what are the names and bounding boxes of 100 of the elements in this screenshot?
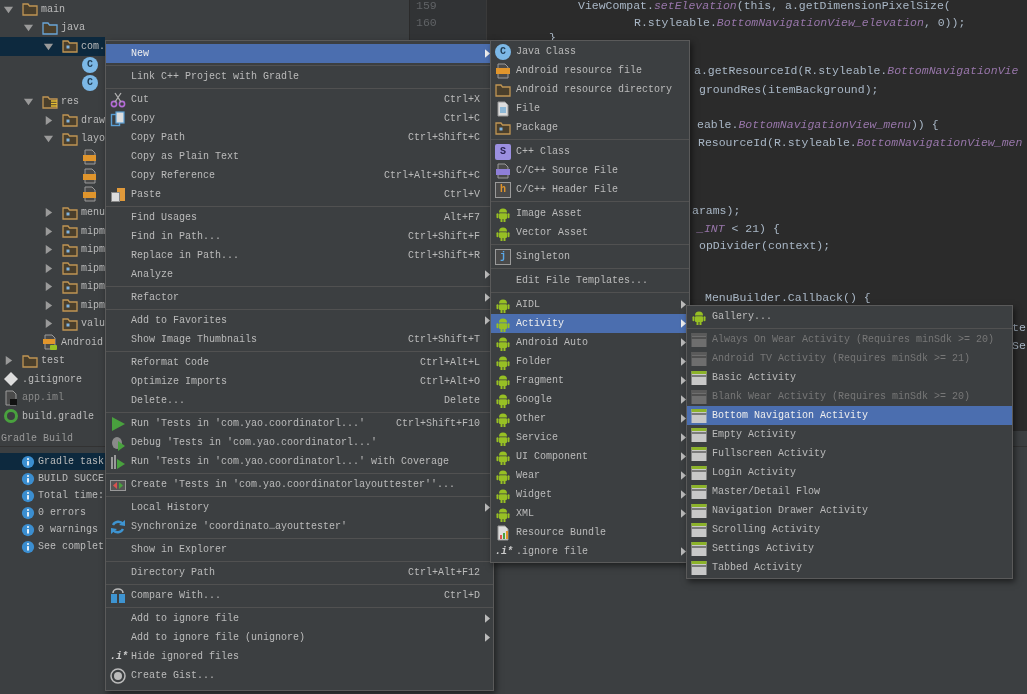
action-item[interactable]: j Singleton: [491, 247, 689, 266]
expand-arrow-icon[interactable]: [23, 22, 34, 34]
action-item[interactable]: C/C++ Source File: [491, 161, 689, 180]
action-item[interactable]: Find Usages Alt+F7: [106, 208, 493, 227]
action-item[interactable]: Vector Asset: [491, 223, 689, 242]
action-item[interactable]: .i* Hide ignored files: [106, 647, 493, 666]
action-item[interactable]: Android resource file: [491, 61, 689, 80]
action-item[interactable]: File: [491, 99, 689, 118]
action-item[interactable]: Copy Reference Ctrl+Alt+Shift+C: [106, 166, 493, 185]
tree-item[interactable]: mipm: [0, 277, 105, 296]
tree-item[interactable]: mipm: [0, 296, 105, 315]
action-item[interactable]: Optimize Imports Ctrl+Alt+O: [106, 372, 493, 391]
action-item[interactable]: XML: [491, 504, 689, 523]
build-message[interactable]: 0 errors: [0, 504, 105, 521]
expand-arrow-icon[interactable]: [43, 262, 54, 274]
action-item[interactable]: Show Image Thumbnails Ctrl+Shift+T: [106, 330, 493, 349]
expand-arrow-icon[interactable]: [43, 225, 54, 237]
action-item[interactable]: Run 'Tests in 'com.yao.coordinatorl...' Ctrl+Shift+F10: [106, 414, 493, 433]
expand-arrow-icon[interactable]: [43, 244, 54, 256]
build-message[interactable]: See complet: [0, 538, 105, 555]
expand-arrow-icon[interactable]: [43, 133, 54, 145]
action-item[interactable]: Find in Path... Ctrl+Shift+F: [106, 227, 493, 246]
build-message[interactable]: Total time:: [0, 487, 105, 504]
action-item[interactable]: Resource Bundle: [491, 523, 689, 542]
action-item[interactable]: Bottom Navigation Activity: [687, 406, 1012, 425]
action-item[interactable]: Local History: [106, 498, 493, 517]
action-item[interactable]: Android resource directory: [491, 80, 689, 99]
tree-item[interactable]: com.: [0, 37, 105, 56]
tree-item[interactable]: mipm: [0, 259, 105, 278]
action-item[interactable]: S C++ Class: [491, 142, 689, 161]
expand-arrow-icon[interactable]: [43, 207, 54, 219]
tree-item[interactable]: mipm: [0, 222, 105, 241]
expand-arrow-icon[interactable]: [43, 318, 54, 330]
tree-item[interactable]: app.iml: [0, 388, 105, 407]
action-item[interactable]: Copy as Plain Text: [106, 147, 493, 166]
tree-item[interactable]: layo: [0, 129, 105, 148]
action-item[interactable]: Replace in Path... Ctrl+Shift+R: [106, 246, 493, 265]
build-message[interactable]: 0 warnings: [0, 521, 105, 538]
action-item[interactable]: Refactor: [106, 288, 493, 307]
action-item[interactable]: Directory Path Ctrl+Alt+F12: [106, 563, 493, 582]
tree-item[interactable]: C: [0, 74, 105, 93]
expand-arrow-icon[interactable]: [43, 114, 54, 126]
action-item[interactable]: Widget: [491, 485, 689, 504]
tree-item[interactable]: .gitignore: [0, 370, 105, 389]
tree-item[interactable]: draw: [0, 111, 105, 130]
action-item[interactable]: Edit File Templates...: [491, 271, 689, 290]
action-item[interactable]: Login Activity: [687, 463, 1012, 482]
expand-arrow-icon[interactable]: [43, 299, 54, 311]
action-item[interactable]: Other: [491, 409, 689, 428]
expand-arrow-icon[interactable]: [23, 96, 34, 108]
tree-item[interactable]: Android: [0, 333, 105, 352]
action-item[interactable]: h C/C++ Header File: [491, 180, 689, 199]
build-message[interactable]: BUILD SUCCE: [0, 470, 105, 487]
tree-item[interactable]: build.gradle: [0, 407, 105, 426]
action-item[interactable]: Scrolling Activity: [687, 520, 1012, 539]
action-item[interactable]: Settings Activity: [687, 539, 1012, 558]
action-item[interactable]: Wear: [491, 466, 689, 485]
tree-item[interactable]: menu: [0, 203, 105, 222]
action-item[interactable]: Copy Ctrl+C: [106, 109, 493, 128]
tree-item[interactable]: mipm: [0, 240, 105, 259]
action-item[interactable]: Add to Favorites: [106, 311, 493, 330]
action-item[interactable]: Copy Path Ctrl+Shift+C: [106, 128, 493, 147]
action-item[interactable]: Cut Ctrl+X: [106, 90, 493, 109]
tree-item[interactable]: res: [0, 92, 105, 111]
action-item[interactable]: Create 'Tests in 'com.yao.coordinatorlayouttester''...: [106, 475, 493, 494]
tree-item[interactable]: main: [0, 0, 105, 19]
action-item[interactable]: Create Gist...: [106, 666, 493, 685]
action-item[interactable]: Fullscreen Activity: [687, 444, 1012, 463]
action-item[interactable]: Image Asset: [491, 204, 689, 223]
action-item[interactable]: Show in Explorer: [106, 540, 493, 559]
action-item[interactable]: Reformat Code Ctrl+Alt+L: [106, 353, 493, 372]
action-item[interactable]: C Java Class: [491, 42, 689, 61]
action-item[interactable]: Package: [491, 118, 689, 137]
action-item[interactable]: Android Auto: [491, 333, 689, 352]
action-item[interactable]: Navigation Drawer Activity: [687, 501, 1012, 520]
tree-item[interactable]: valu: [0, 314, 105, 333]
action-item[interactable]: Tabbed Activity: [687, 558, 1012, 577]
action-item[interactable]: Master/Detail Flow: [687, 482, 1012, 501]
action-item[interactable]: Delete... Delete: [106, 391, 493, 410]
action-item[interactable]: Activity: [491, 314, 689, 333]
action-item[interactable]: Compare With... Ctrl+D: [106, 586, 493, 605]
action-item[interactable]: Service: [491, 428, 689, 447]
action-item[interactable]: Synchronize 'coordinato…ayouttester': [106, 517, 493, 536]
action-item[interactable]: Paste Ctrl+V: [106, 185, 493, 204]
action-item[interactable]: Add to ignore file: [106, 609, 493, 628]
action-item[interactable]: New: [106, 44, 493, 63]
tree-item[interactable]: test: [0, 351, 105, 370]
action-item[interactable]: Google: [491, 390, 689, 409]
build-message[interactable]: Gradle task: [0, 453, 105, 470]
action-item[interactable]: Fragment: [491, 371, 689, 390]
action-item[interactable]: Run 'Tests in 'com.yao.coordinatorl...' with Coverage: [106, 452, 493, 471]
expand-arrow-icon[interactable]: [3, 355, 14, 367]
action-item[interactable]: Gallery...: [687, 307, 1012, 326]
action-item[interactable]: Link C++ Project with Gradle: [106, 67, 493, 86]
action-item[interactable]: UI Component: [491, 447, 689, 466]
action-item[interactable]: .i* .ignore file: [491, 542, 689, 561]
action-item[interactable]: AIDL: [491, 295, 689, 314]
action-item[interactable]: Folder: [491, 352, 689, 371]
tree-item[interactable]: java: [0, 18, 105, 37]
tree-item[interactable]: C: [0, 55, 105, 74]
